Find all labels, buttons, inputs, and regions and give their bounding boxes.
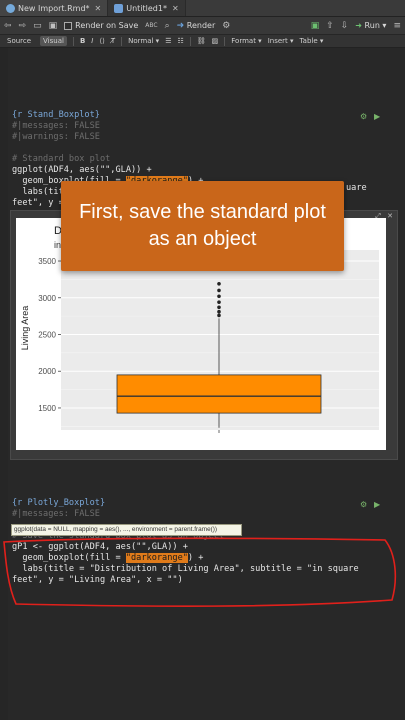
- insert-menu-label: Insert: [267, 37, 288, 45]
- tab-label: New Import.Rmd*: [18, 3, 90, 13]
- interquartile-box: [116, 374, 322, 414]
- chunk-settings-icon[interactable]: ⚙: [360, 500, 367, 509]
- insert-menu[interactable]: Insert ▾: [268, 37, 294, 45]
- code-line: feet", y =: [12, 198, 64, 208]
- run-button[interactable]: ➜ Run ▾: [355, 21, 386, 30]
- tab-untitled1[interactable]: Untitled1* ✕: [108, 0, 186, 16]
- code-line: labs(title = "Distribution of Living Are…: [12, 564, 359, 574]
- y-tick-label: 3500: [38, 257, 56, 266]
- chunk-settings-icon[interactable]: ⚙: [360, 112, 367, 121]
- visual-mode-button[interactable]: Visual: [40, 36, 67, 46]
- outlier-point: [217, 305, 221, 310]
- visual-editor-toolbar: Source Visual B I ⟨⟩ T̸ Normal ▾ ☰ ☷ ⛓ ▨…: [0, 35, 405, 48]
- outlier-point: [217, 313, 221, 318]
- chunk-option: #|messages: FALSE: [12, 121, 100, 131]
- editor-toolbar: ⇦ ⇨ ▭ ▣ Render on Save ABC ⌕ ➜ Render ⚙ …: [0, 17, 405, 35]
- y-axis-ticks: 1500 2000 2500 3000 3500: [38, 257, 61, 413]
- render-icon: ➜: [176, 20, 185, 31]
- render-on-save-label: Render on Save: [75, 21, 139, 30]
- editor-gutter: [0, 48, 8, 720]
- style-select-value: Normal: [128, 37, 154, 45]
- code-line: ggplot(ADF4, aes("",GLA)) +: [48, 542, 188, 552]
- code-line: labs(tit: [12, 187, 64, 197]
- bullet-list-icon[interactable]: ☰: [165, 37, 171, 45]
- divider: [189, 36, 191, 46]
- chunk-option: #|warnings: FALSE: [12, 132, 100, 142]
- format-menu-label: Format: [231, 37, 256, 45]
- chunk-option: #|messages: FALSE: [12, 509, 100, 519]
- close-icon[interactable]: ✕: [95, 4, 102, 13]
- gear-icon[interactable]: ⚙: [222, 21, 230, 31]
- code-line: ggplot(ADF4, aes("",GLA)) +: [12, 165, 152, 175]
- code-chunk-plotly-boxplot[interactable]: {r Plotly_Boxplot} #|messages: FALSE # S…: [12, 498, 359, 586]
- source-mode-button[interactable]: Source: [4, 36, 34, 46]
- code-line-tail: uare: [346, 183, 367, 194]
- clear-format-icon[interactable]: T̸: [111, 37, 115, 45]
- code-line-tail-text: uare: [346, 183, 367, 193]
- spellcheck-icon[interactable]: ABC: [145, 22, 157, 29]
- function-signature-tooltip: ggplot(data = NULL, mapping = aes(), ...…: [11, 524, 242, 536]
- code-icon[interactable]: ⟨⟩: [99, 37, 104, 45]
- y-tick-label: 2000: [38, 367, 56, 376]
- numbered-list-icon[interactable]: ☷: [177, 37, 183, 45]
- string-literal: "darkorange": [125, 553, 188, 563]
- rmd-file-icon: [6, 3, 15, 13]
- divider: [72, 36, 74, 46]
- y-tick-label: 2500: [38, 330, 56, 339]
- back-arrow-icon[interactable]: ⇦: [4, 21, 12, 31]
- forward-arrow-icon[interactable]: ⇨: [19, 21, 27, 31]
- code-line: ) +: [187, 553, 204, 563]
- format-menu[interactable]: Format ▾: [231, 37, 261, 45]
- code-line: feet", y = "Living Area", x = ""): [12, 575, 183, 585]
- bold-icon[interactable]: B: [80, 37, 85, 45]
- code-line: geom_boxplot(fill =: [12, 553, 126, 563]
- go-down-icon[interactable]: ⇩: [341, 21, 349, 31]
- save-icon[interactable]: ▣: [49, 21, 58, 31]
- image-icon[interactable]: ▨: [212, 37, 219, 45]
- table-menu[interactable]: Table ▾: [300, 37, 324, 45]
- search-icon[interactable]: ⌕: [165, 21, 170, 31]
- style-select[interactable]: Normal ▾: [128, 37, 159, 45]
- run-chunk-icon[interactable]: ▶: [374, 112, 380, 121]
- link-icon[interactable]: ⛓: [197, 37, 206, 45]
- code-comment: # Standard box plot: [12, 154, 111, 164]
- divider: [121, 36, 123, 46]
- chunk-header: {r Stand_Boxplot}: [12, 110, 100, 120]
- close-icon[interactable]: ✕: [172, 4, 179, 13]
- run-chunk-icon[interactable]: ▶: [374, 500, 380, 509]
- table-menu-label: Table: [299, 37, 318, 45]
- options-icon[interactable]: ≡: [393, 21, 401, 31]
- plot-subtitle: in: [54, 240, 62, 250]
- close-icon[interactable]: ✕: [387, 212, 393, 220]
- outlier-point: [217, 281, 221, 286]
- outlier-point: [217, 300, 221, 304]
- run-label: Run: [364, 21, 380, 30]
- divider: [224, 36, 226, 46]
- y-axis-label: Living Area: [20, 306, 30, 351]
- editor-tab-bar: New Import.Rmd* ✕ Untitled1* ✕: [0, 0, 405, 17]
- outlier-point: [217, 309, 221, 314]
- checkbox-icon: [64, 21, 73, 30]
- insert-chunk-icon[interactable]: ▣: [311, 21, 320, 31]
- italic-icon[interactable]: I: [91, 37, 93, 45]
- show-in-window-icon[interactable]: ▭: [33, 21, 42, 31]
- render-on-save-toggle[interactable]: Render on Save: [64, 21, 138, 30]
- banner-text: First, save the standard plot as an obje…: [79, 201, 326, 250]
- code-line: gP1 <-: [12, 542, 49, 552]
- chunk-header: {r Plotly_Boxplot}: [12, 498, 106, 508]
- run-arrow-icon: ➜: [355, 21, 362, 30]
- outlier-point: [217, 288, 221, 293]
- tab-new-import[interactable]: New Import.Rmd* ✕: [0, 0, 109, 16]
- go-up-icon[interactable]: ⇧: [326, 21, 334, 31]
- render-label: Render: [186, 20, 216, 30]
- y-tick-label: 1500: [38, 404, 56, 413]
- rmd-file-icon: [114, 3, 124, 13]
- outlier-point: [217, 294, 221, 299]
- tab-label: Untitled1*: [126, 3, 167, 13]
- y-tick-label: 3000: [38, 294, 56, 303]
- render-button[interactable]: ➜ Render: [177, 21, 216, 31]
- instruction-banner: First, save the standard plot as an obje…: [61, 181, 344, 271]
